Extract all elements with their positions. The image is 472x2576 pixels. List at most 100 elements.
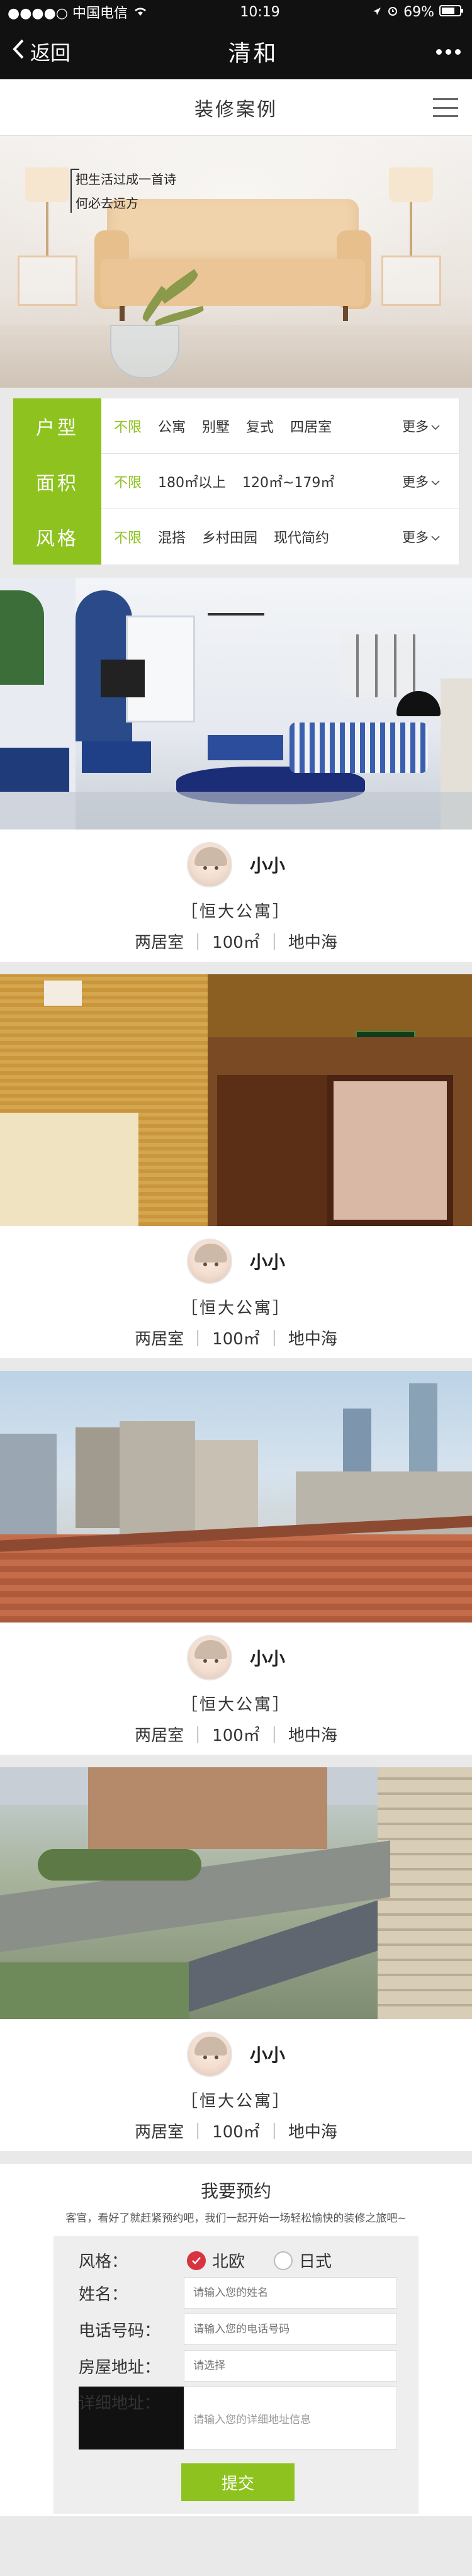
phone-input[interactable] — [184, 2314, 397, 2345]
radio-label: 北欧 — [212, 2253, 245, 2271]
filter-more-button[interactable]: 更多 — [402, 417, 459, 436]
case-photo[interactable] — [0, 974, 472, 1226]
page-title: 装修案例 — [194, 98, 278, 121]
hero-banner: 把生活过成一首诗 何必去远方 — [0, 136, 472, 388]
case-specs: 两居室 100㎡ 地中海 — [135, 2119, 337, 2142]
case-info: 小小 ［恒大公寓］ 两居室 100㎡ 地中海 — [0, 1623, 472, 1755]
case-project: ［恒大公寓］ — [181, 2092, 291, 2111]
top-bar: ●●●●○ 中国电信 10:19 69% 返回 清和 — [0, 0, 472, 79]
filter-option[interactable]: 四居室 — [290, 416, 332, 436]
designer-name: 小小 — [249, 1252, 285, 1273]
filter-option[interactable]: 乡村田园 — [202, 527, 257, 547]
case-specs: 两居室 100㎡ 地中海 — [135, 1326, 337, 1349]
designer: 小小 — [186, 1635, 285, 1680]
case-layout: 两居室 — [135, 1330, 184, 1349]
status-time: 10:19 — [240, 4, 280, 20]
filter-label: 户型 — [13, 398, 101, 454]
filter-more-label: 更多 — [402, 530, 429, 545]
booking-section: 我要预约 客官，看好了就赶紧预约吧，我们一起开始一场轻松愉快的装修之旅吧~ 风格… — [0, 2164, 472, 2516]
case-card[interactable]: 小小 ［恒大公寓］ 两居室 100㎡ 地中海 — [0, 578, 472, 962]
case-photo[interactable] — [0, 1767, 472, 2019]
case-style: 地中海 — [288, 933, 337, 952]
back-label: 返回 — [30, 41, 71, 65]
filter-option[interactable]: 复式 — [246, 416, 274, 436]
case-card[interactable]: 小小 ［恒大公寓］ 两居室 100㎡ 地中海 — [0, 1767, 472, 2151]
filter-option[interactable]: 别墅 — [202, 416, 230, 436]
location-icon — [372, 4, 382, 20]
name-label: 姓名： — [79, 2285, 128, 2304]
booking-form: 风格： 北欧 日式 姓名： 电话号码： 房屋 — [53, 2236, 419, 2514]
designer: 小小 — [186, 2032, 285, 2077]
submit-button[interactable]: 提交 — [181, 2463, 295, 2501]
battery-icon — [439, 4, 464, 20]
phone-label: 电话号码： — [79, 2321, 161, 2341]
alarm-icon — [387, 4, 398, 20]
back-button[interactable]: 返回 — [11, 37, 70, 66]
case-project: ［恒大公寓］ — [181, 903, 291, 921]
filter-row-style: 风格 不限 混搭 乡村田园 现代简约 更多 — [13, 509, 459, 565]
radio-unchecked-icon — [274, 2251, 293, 2270]
case-card[interactable]: 小小 ［恒大公寓］ 两居室 100㎡ 地中海 — [0, 1371, 472, 1755]
filter-label: 风格 — [13, 509, 101, 565]
menu-icon[interactable] — [433, 98, 458, 117]
carrier-text: ●●●●○ 中国电信 — [8, 6, 128, 21]
status-bar: ●●●●○ 中国电信 10:19 69% — [0, 0, 472, 24]
filter-more-label: 更多 — [402, 474, 429, 490]
filter-more-button[interactable]: 更多 — [402, 527, 459, 546]
banner-line-2: 何必去远方 — [76, 196, 138, 211]
name-input[interactable] — [184, 2277, 397, 2309]
avatar — [186, 842, 232, 887]
style-radio-nordic[interactable]: 北欧 — [187, 2249, 245, 2272]
filter-option[interactable]: 不限 — [114, 527, 142, 547]
filter-more-button[interactable]: 更多 — [402, 472, 459, 491]
case-card[interactable]: 小小 ［恒大公寓］ 两居室 100㎡ 地中海 — [0, 974, 472, 1358]
booking-intro: 客官，看好了就赶紧预约吧，我们一起开始一场轻松愉快的装修之旅吧~ — [65, 2212, 407, 2225]
filter-option[interactable]: 不限 — [114, 471, 142, 492]
address-label: 房屋地址： — [79, 2358, 161, 2377]
detail-address-label: 详细地址： — [79, 2394, 161, 2413]
case-photo[interactable] — [0, 1371, 472, 1623]
nav-title: 清和 — [228, 41, 279, 67]
banner-line-1: 把生活过成一首诗 — [76, 172, 176, 187]
filter-option[interactable]: 不限 — [114, 416, 142, 436]
case-area: 100㎡ — [212, 1330, 260, 1349]
style-radio-japanese[interactable]: 日式 — [274, 2249, 332, 2272]
case-photo[interactable] — [0, 578, 472, 830]
designer-name: 小小 — [249, 2045, 285, 2066]
case-style: 地中海 — [288, 1330, 337, 1349]
battery-percent: 69% — [403, 4, 434, 20]
lamp-left-image — [25, 167, 69, 202]
case-project: ［恒大公寓］ — [181, 1696, 291, 1714]
designer: 小小 — [186, 842, 285, 887]
chevron-down-icon — [431, 419, 440, 434]
radio-label: 日式 — [299, 2253, 332, 2271]
avatar — [186, 2032, 232, 2077]
case-layout: 两居室 — [135, 933, 184, 952]
case-layout: 两居室 — [135, 1726, 184, 1745]
case-info: 小小 ［恒大公寓］ 两居室 100㎡ 地中海 — [0, 1226, 472, 1358]
wifi-icon — [133, 4, 148, 20]
filter-option[interactable]: 120㎡~179㎡ — [242, 471, 334, 492]
case-info: 小小 ［恒大公寓］ 两居室 100㎡ 地中海 — [0, 2019, 472, 2151]
case-specs: 两居室 100㎡ 地中海 — [135, 930, 337, 953]
filter-option[interactable]: 混搭 — [158, 527, 186, 547]
avatar — [186, 1635, 232, 1680]
banner-slogan: 把生活过成一首诗 何必去远方 — [70, 167, 176, 215]
designer-name: 小小 — [249, 855, 285, 876]
case-style: 地中海 — [288, 2123, 337, 2142]
filter-option[interactable]: 180㎡以上 — [158, 471, 226, 492]
filter-more-label: 更多 — [402, 419, 429, 434]
filter-row-area: 面积 不限 180㎡以上 120㎡~179㎡ 更多 — [13, 453, 459, 509]
case-area: 100㎡ — [212, 933, 260, 952]
case-area: 100㎡ — [212, 2123, 260, 2142]
filter-option[interactable]: 现代简约 — [274, 527, 329, 547]
case-specs: 两居室 100㎡ 地中海 — [135, 1723, 337, 1746]
filter-option[interactable]: 公寓 — [158, 416, 186, 436]
designer: 小小 — [186, 1239, 285, 1284]
address-select[interactable] — [184, 2350, 397, 2382]
detail-address-textarea[interactable]: 请输入您的详细地址信息 — [184, 2387, 397, 2449]
filter-panel: 户型 不限 公寓 别墅 复式 四居室 更多 面积 不限 180㎡以上 120㎡~… — [13, 398, 459, 565]
radio-checked-icon — [187, 2251, 206, 2270]
designer-name: 小小 — [249, 1648, 285, 1669]
more-menu-icon[interactable] — [436, 48, 461, 55]
